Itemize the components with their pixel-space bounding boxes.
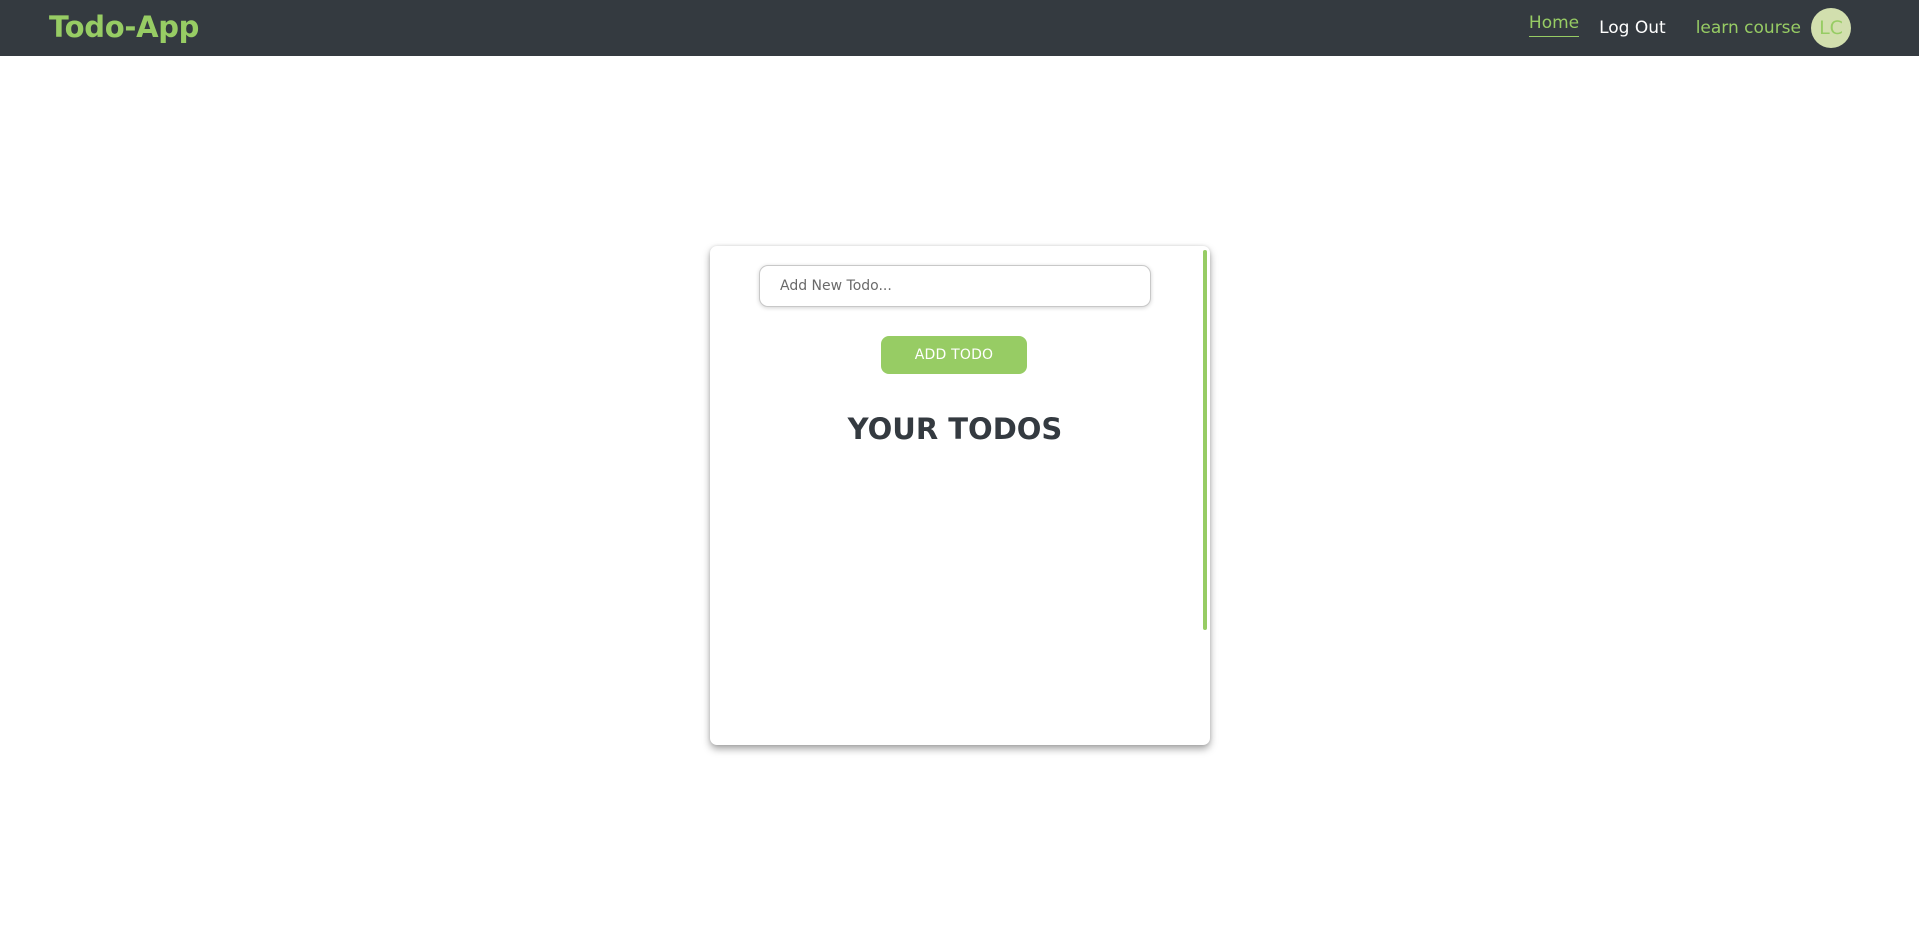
todo-card: ADD TODO YOUR TODOS bbox=[710, 246, 1210, 745]
navbar: Todo-App Home Log Out learn course LC bbox=[0, 0, 1919, 56]
add-todo-button[interactable]: ADD TODO bbox=[881, 336, 1027, 374]
todos-section-title: YOUR TODOS bbox=[847, 412, 1063, 446]
new-todo-input[interactable] bbox=[759, 265, 1151, 307]
brand-logo[interactable]: Todo-App bbox=[49, 10, 199, 44]
nav-right-group: Home Log Out learn course LC bbox=[1528, 0, 1851, 56]
avatar[interactable]: LC bbox=[1811, 8, 1851, 48]
nav-logout-link[interactable]: Log Out bbox=[1599, 18, 1666, 38]
todo-list bbox=[710, 461, 1200, 731]
nav-home-link[interactable]: Home bbox=[1528, 13, 1580, 37]
card-scrollbar[interactable] bbox=[1203, 250, 1207, 630]
user-name[interactable]: learn course bbox=[1696, 18, 1801, 38]
